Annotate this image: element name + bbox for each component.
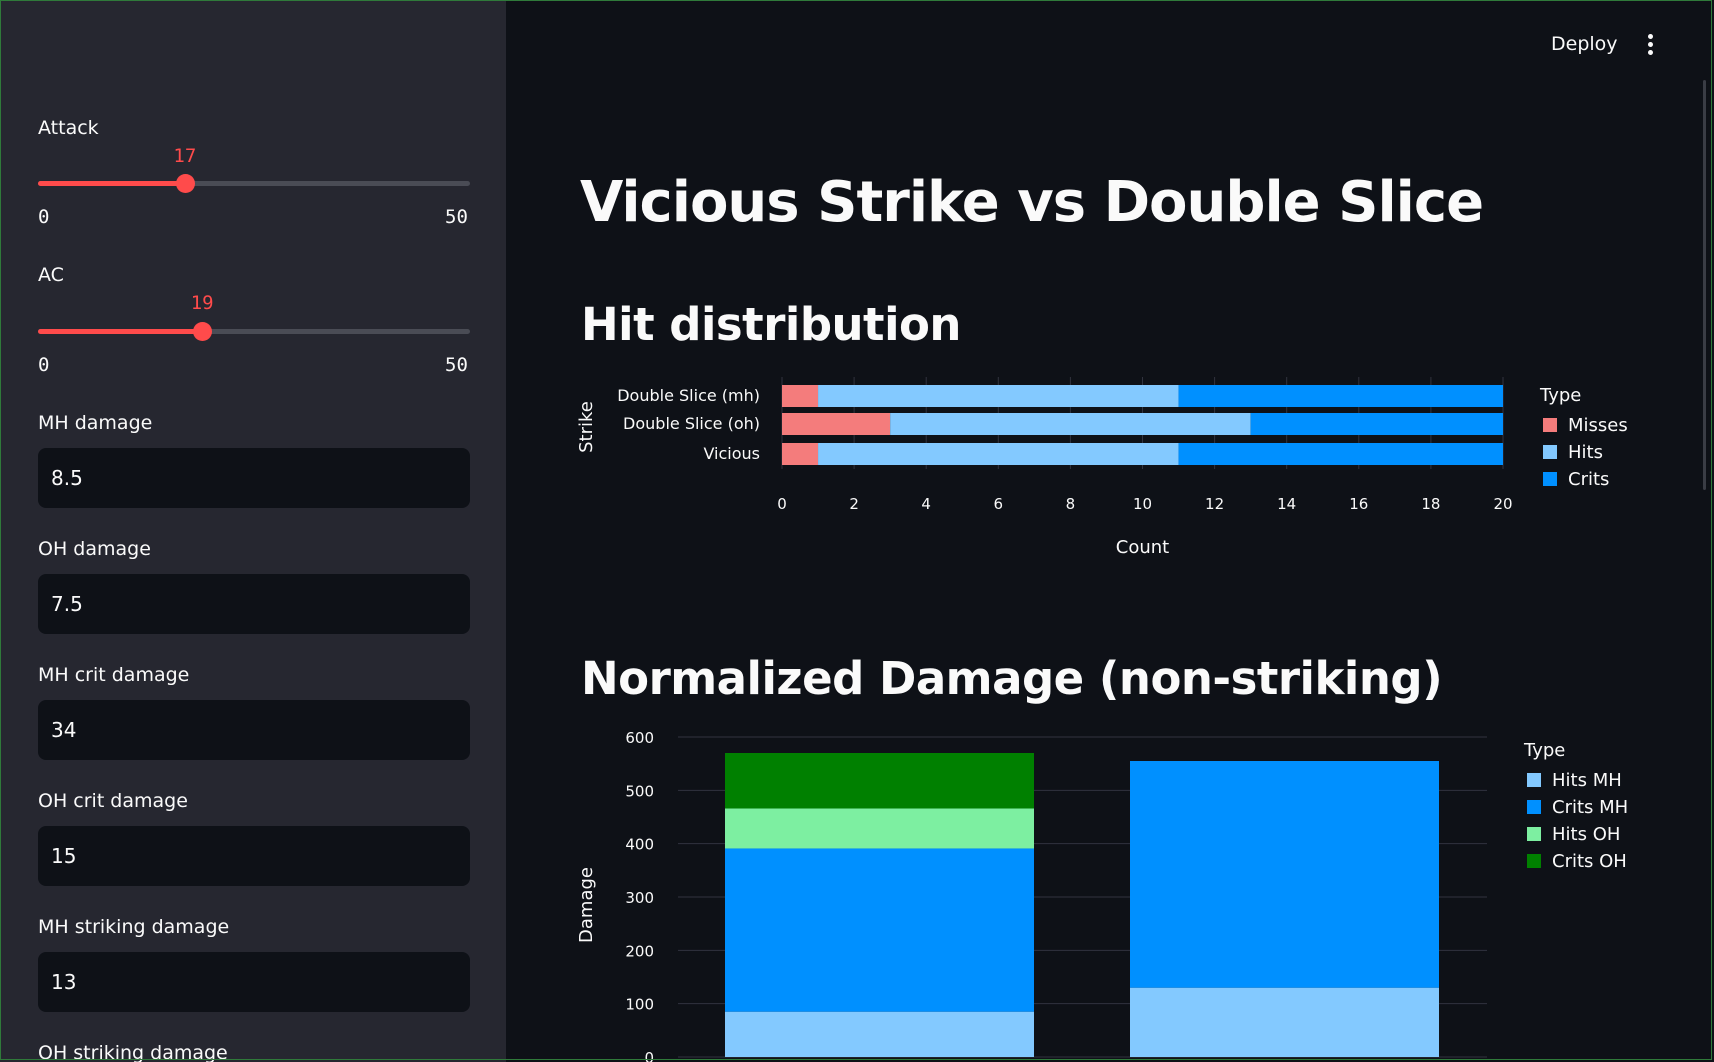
bar-segment: [725, 808, 1034, 849]
mh-crit-damage-input[interactable]: 34: [38, 700, 470, 760]
x-tick-label: 16: [1349, 495, 1368, 513]
mh-damage-label: MH damage: [38, 412, 153, 434]
legend-label: Hits: [1568, 442, 1603, 463]
legend-swatch: [1527, 827, 1541, 841]
bar-segment: [1130, 987, 1439, 1057]
oh-crit-damage-label: OH crit damage: [38, 790, 188, 812]
ac-value: 19: [190, 292, 214, 314]
y-tick-label: 100: [625, 996, 654, 1014]
normalized-damage-chart: 0 100 200 300 400 500 600 Damage Type Hits MH Crit…: [576, 729, 1628, 1062]
legend-title: Type: [1523, 740, 1565, 761]
x-tick-label: 4: [921, 495, 931, 513]
x-tick-label: 18: [1421, 495, 1440, 513]
oh-crit-damage-input[interactable]: 15: [38, 826, 470, 886]
ac-min: 0: [38, 354, 50, 376]
bar-segment: [725, 1011, 1034, 1057]
x-tick-label: 6: [994, 495, 1004, 513]
mh-damage-input[interactable]: 8.5: [38, 448, 470, 508]
bar-segment: [782, 413, 891, 435]
section-normalized-damage: Normalized Damage (non-striking): [581, 652, 1443, 705]
x-tick-label: 14: [1277, 495, 1296, 513]
y-tick-label: 500: [625, 782, 654, 800]
bar-segment: [1130, 761, 1439, 988]
hit-distribution-chart: 0 2 4 6 8 10 12 14 16 18 20 Double Slice (mh) Double…: [576, 377, 1628, 558]
ac-label: AC: [38, 264, 64, 286]
bar-segment: [1250, 413, 1503, 435]
attack-slider-fill: [38, 181, 185, 186]
x-tick-label: 20: [1493, 495, 1512, 513]
y-tick-label: 0: [644, 1049, 654, 1062]
main-scrollbar[interactable]: [1703, 80, 1706, 490]
legend-swatch: [1543, 445, 1557, 459]
page-title: Vicious Strike vs Double Slice: [580, 170, 1484, 235]
oh-striking-damage-label: OH striking damage: [38, 1042, 228, 1062]
section-hit-distribution: Hit distribution: [581, 298, 961, 351]
bar-segment: [782, 385, 819, 407]
bar-segment: [782, 443, 819, 465]
y-tick-label: 300: [625, 889, 654, 907]
bar-segment: [1178, 385, 1503, 407]
y-tick-label: 200: [625, 942, 654, 960]
ac-slider-thumb[interactable]: [193, 322, 213, 341]
mh-crit-damage-label: MH crit damage: [38, 664, 190, 686]
x-tick-label: 0: [777, 495, 787, 513]
attack-min: 0: [38, 206, 50, 228]
oh-damage-label: OH damage: [38, 538, 151, 560]
legend-label: Misses: [1568, 415, 1628, 436]
y-tick-label: Double Slice (mh): [617, 386, 760, 405]
y-tick-label: 600: [625, 729, 654, 747]
deploy-button[interactable]: Deploy: [1551, 33, 1618, 55]
legend-swatch: [1543, 472, 1557, 486]
ac-max: 50: [445, 354, 468, 376]
legend-label: Crits OH: [1552, 851, 1627, 872]
bar-segment: [1178, 443, 1503, 465]
bar-segment: [725, 848, 1034, 1012]
legend-swatch: [1527, 773, 1541, 787]
y-axis-label: Strike: [576, 401, 597, 453]
bar-segment: [725, 753, 1034, 809]
oh-damage-input[interactable]: 7.5: [38, 574, 470, 634]
sidebar: Attack 17 0 50 AC 19 0 50 MH damage 8.5 …: [0, 0, 506, 1062]
legend-label: Crits MH: [1552, 797, 1628, 818]
y-tick-label: Vicious: [703, 444, 760, 463]
bar-segment: [890, 413, 1251, 435]
x-tick-label: 8: [1066, 495, 1076, 513]
legend-label: Hits OH: [1552, 824, 1620, 845]
attack-label: Attack: [38, 117, 99, 139]
legend-label: Hits MH: [1552, 770, 1622, 791]
x-tick-label: 2: [849, 495, 859, 513]
legend-title: Type: [1539, 385, 1581, 406]
attack-max: 50: [445, 206, 468, 228]
ac-slider-fill: [38, 329, 203, 334]
bar-segment: [818, 443, 1179, 465]
y-tick-label: 400: [625, 836, 654, 854]
attack-slider-thumb[interactable]: [175, 174, 195, 193]
mh-striking-damage-input[interactable]: 13: [38, 952, 470, 1012]
legend-swatch: [1543, 418, 1557, 432]
legend-swatch: [1527, 800, 1541, 814]
kebab-menu-icon[interactable]: [1648, 34, 1654, 56]
legend-swatch: [1527, 854, 1541, 868]
x-tick-label: 10: [1133, 495, 1152, 513]
x-tick-label: 12: [1205, 495, 1224, 513]
y-tick-label: Double Slice (oh): [623, 414, 760, 433]
ac-slider[interactable]: [38, 322, 470, 341]
mh-striking-damage-label: MH striking damage: [38, 916, 230, 938]
bar-segment: [818, 385, 1179, 407]
attack-value: 17: [173, 145, 197, 167]
x-axis-label: Count: [1116, 537, 1169, 558]
y-axis-label: Damage: [576, 867, 597, 943]
attack-slider[interactable]: [38, 174, 470, 193]
legend-label: Crits: [1568, 469, 1609, 490]
